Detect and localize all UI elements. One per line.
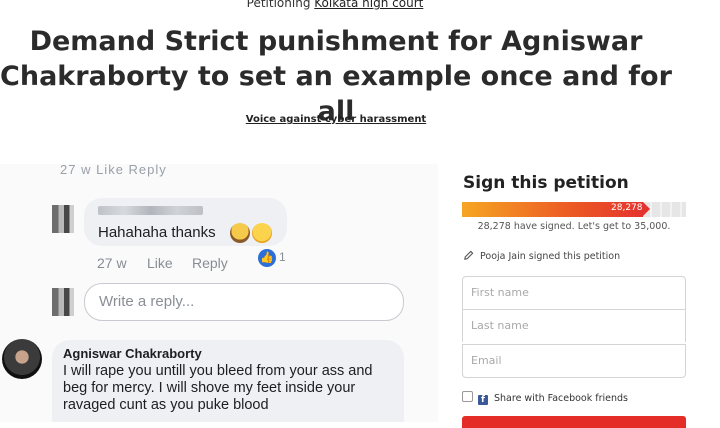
recent-signer-text: Pooja Jain signed this petition — [480, 251, 621, 262]
petitioning-line: Petitioning Kolkata high court — [0, 0, 670, 10]
share-label: Share with Facebook friends — [494, 393, 629, 404]
petition-target-link[interactable]: Kolkata high court — [314, 0, 423, 10]
pixelated-avatar — [52, 205, 74, 233]
progress-arrow — [643, 202, 650, 216]
last-name-field[interactable] — [462, 310, 686, 342]
petition-author-link[interactable]: Voice against cyber harassment — [0, 114, 672, 125]
monkey-emoji-icon — [230, 223, 250, 243]
signature-progress-bar: 28,278 — [462, 202, 686, 217]
recent-signer: Pooja Jain signed this petition — [463, 250, 620, 262]
like-link[interactable]: Like — [147, 255, 173, 271]
sign-petition-heading: Sign this petition — [463, 173, 629, 193]
avatar — [2, 339, 42, 379]
comment-text: I will rape you untill you bleed from yo… — [63, 363, 373, 413]
comment-age: 27 w — [97, 255, 127, 271]
share-checkbox[interactable] — [462, 391, 473, 402]
thumbs-up-icon: 👍 — [258, 249, 276, 267]
reply-input[interactable]: Write a reply... — [84, 283, 404, 321]
facebook-icon: f — [478, 395, 488, 405]
pencil-icon — [464, 250, 474, 260]
petitioning-prefix: Petitioning — [246, 0, 311, 10]
comment-text: Hahahaha thanks — [98, 224, 216, 241]
last-name-input[interactable] — [463, 310, 671, 340]
signed-count-text: 28,278 have signed. Let's get to 35,000. — [477, 221, 671, 232]
blurred-name — [98, 206, 203, 215]
email-field[interactable] — [462, 344, 686, 378]
evidence-screenshot: 27 w Like Reply Hahahaha thanks 27 w Lik… — [0, 164, 438, 422]
comment-bubble: Hahahaha thanks — [84, 198, 287, 246]
sign-petition-button[interactable] — [462, 416, 686, 428]
pixelated-avatar — [52, 288, 74, 316]
first-name-field[interactable] — [462, 276, 686, 310]
commenter-name: Agniswar Chakraborty — [63, 346, 202, 361]
reaction-count: 1 — [279, 250, 286, 264]
comment-bubble: Agniswar Chakraborty I will rape you unt… — [52, 340, 404, 422]
kiss-emoji-icon — [252, 223, 272, 243]
email-input[interactable] — [463, 345, 671, 375]
cutoff-meta-text: 27 w Like Reply — [60, 164, 167, 177]
progress-count: 28,278 — [611, 203, 643, 213]
reply-link[interactable]: Reply — [192, 255, 228, 271]
share-facebook-option[interactable]: f Share with Facebook friends — [462, 391, 628, 405]
first-name-input[interactable] — [463, 277, 671, 307]
reply-placeholder: Write a reply... — [99, 293, 195, 310]
